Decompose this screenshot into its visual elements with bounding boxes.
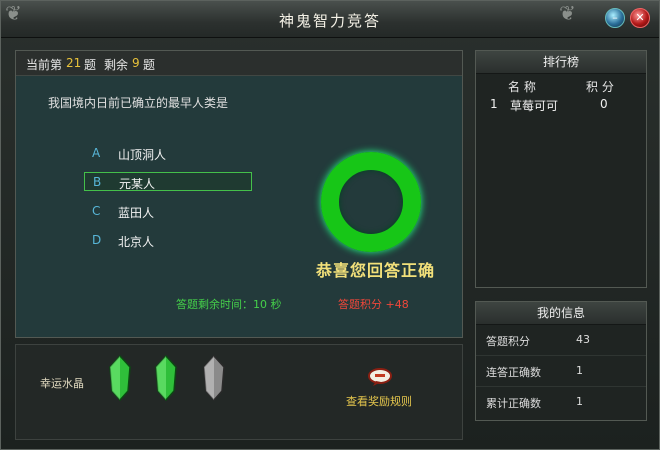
crystal-area: 幸运水晶 查看奖励规则 — [15, 344, 463, 440]
correct-ring-icon — [321, 152, 421, 252]
close-button[interactable]: ✕ — [630, 8, 650, 28]
info-row-streak: 连答正确数 1 — [476, 356, 646, 387]
speech-bubble-icon[interactable] — [367, 367, 393, 387]
crystal-green-icon[interactable] — [106, 355, 134, 401]
option-text: 山顶洞人 — [118, 148, 167, 162]
option-c[interactable]: C 蓝田人 — [84, 202, 252, 221]
title-bar: ❦ ❦ 神鬼智力竞答 – ✕ — [1, 1, 659, 38]
remaining-prefix: 剩余 — [104, 58, 129, 72]
option-text: 蓝田人 — [118, 206, 155, 220]
remaining-number: 9 — [132, 56, 140, 70]
result-message: 恭喜您回答正确 — [316, 261, 436, 280]
option-text: 元某人 — [119, 177, 156, 191]
col-score: 积 分 — [586, 80, 614, 94]
current-prefix: 当前第 — [26, 58, 63, 72]
option-b[interactable]: B 元某人 — [84, 172, 252, 191]
crystal-gray-icon[interactable] — [200, 355, 228, 401]
info-row-total: 累计正确数 1 — [476, 387, 646, 417]
player-name: 草莓可可 — [510, 99, 559, 113]
question-text: 我国境内日前已确立的最早人类是 — [48, 96, 229, 110]
leaderboard-title: 排行榜 — [476, 51, 646, 74]
minimize-icon: – — [612, 11, 618, 24]
option-d[interactable]: D 北京人 — [84, 231, 252, 250]
question-panel: 当前第 21 题 剩余 9 题 我国境内日前已确立的最早人类是 A 山顶洞人 B… — [15, 50, 463, 338]
option-letter: C — [92, 204, 101, 218]
player-score: 0 — [600, 97, 608, 111]
current-suffix: 题 — [84, 58, 97, 72]
col-name: 名 称 — [508, 80, 536, 94]
remaining-time: 答题剩余时间：10 秒 — [176, 298, 282, 311]
info-label: 答题积分 — [486, 335, 530, 348]
option-letter: A — [92, 146, 101, 160]
info-value: 1 — [576, 395, 583, 408]
leaderboard-row: 1 草莓可可 0 — [476, 94, 646, 114]
info-value: 1 — [576, 364, 583, 377]
my-info-title: 我的信息 — [476, 302, 646, 325]
quiz-window: ❦ ❦ 神鬼智力竞答 – ✕ 当前第 21 题 剩余 9 题 我国境内日前已确立… — [0, 0, 660, 450]
rank-number: 1 — [490, 97, 498, 111]
option-text: 北京人 — [118, 235, 155, 249]
option-a[interactable]: A 山顶洞人 — [84, 144, 252, 163]
crystal-green-icon[interactable] — [152, 355, 180, 401]
info-value: 43 — [576, 333, 590, 346]
question-score: 答题积分 +48 — [338, 298, 409, 311]
my-info-panel: 我的信息 答题积分 43 连答正确数 1 累计正确数 1 — [475, 301, 647, 421]
leaderboard-header: 名 称 积 分 — [476, 74, 646, 94]
info-label: 累计正确数 — [486, 397, 541, 410]
window-title: 神鬼智力竞答 — [278, 12, 381, 30]
view-rules-link[interactable]: 查看奖励规则 — [346, 393, 412, 409]
close-icon: ✕ — [635, 11, 645, 24]
info-label: 连答正确数 — [486, 366, 541, 379]
remaining-suffix: 题 — [143, 58, 156, 72]
info-row-score: 答题积分 43 — [476, 325, 646, 356]
question-progress: 当前第 21 题 剩余 9 题 — [16, 51, 462, 76]
minimize-button[interactable]: – — [605, 8, 625, 28]
option-letter: B — [93, 175, 102, 189]
leaderboard-panel: 排行榜 名 称 积 分 1 草莓可可 0 — [475, 50, 647, 288]
current-number: 21 — [66, 56, 82, 70]
option-letter: D — [92, 233, 102, 247]
crystal-label: 幸运水晶 — [40, 377, 84, 390]
